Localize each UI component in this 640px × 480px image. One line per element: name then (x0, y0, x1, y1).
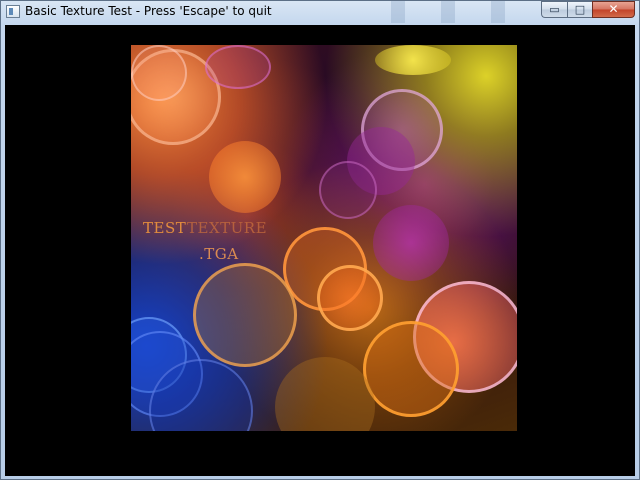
texture-text-test: TEST (143, 219, 187, 237)
bokeh-circle (373, 205, 449, 281)
bokeh-circle (375, 45, 451, 75)
texture-text-texture: TEXTURE (187, 219, 268, 237)
application-window: Basic Texture Test - Press 'Escape' to q… (0, 0, 640, 480)
minimize-button[interactable]: ▭ (541, 1, 567, 18)
caption-buttons: ▭ □ ✕ (541, 1, 635, 19)
bokeh-circle (205, 45, 271, 89)
bokeh-circle (131, 45, 187, 101)
close-icon: ✕ (608, 2, 619, 16)
bokeh-circle (275, 357, 375, 431)
texture-quad: TEST TEXTURE .TGA (131, 45, 517, 431)
close-button[interactable]: ✕ (592, 1, 635, 18)
background-window-ghost (381, 1, 531, 23)
texture-text-extension: .TGA (199, 245, 239, 263)
render-viewport[interactable]: TEST TEXTURE .TGA (5, 25, 635, 476)
maximize-icon: □ (574, 3, 586, 16)
bokeh-circle (319, 161, 377, 219)
bokeh-circle (209, 141, 281, 213)
maximize-button[interactable]: □ (567, 1, 592, 18)
app-window-icon[interactable] (6, 5, 20, 18)
bokeh-circle (363, 321, 459, 417)
bokeh-circle (317, 265, 383, 331)
window-title: Basic Texture Test - Press 'Escape' to q… (25, 4, 272, 18)
bokeh-circle (193, 263, 297, 367)
title-bar[interactable]: Basic Texture Test - Press 'Escape' to q… (1, 1, 639, 24)
minimize-icon: ▭ (549, 3, 560, 16)
